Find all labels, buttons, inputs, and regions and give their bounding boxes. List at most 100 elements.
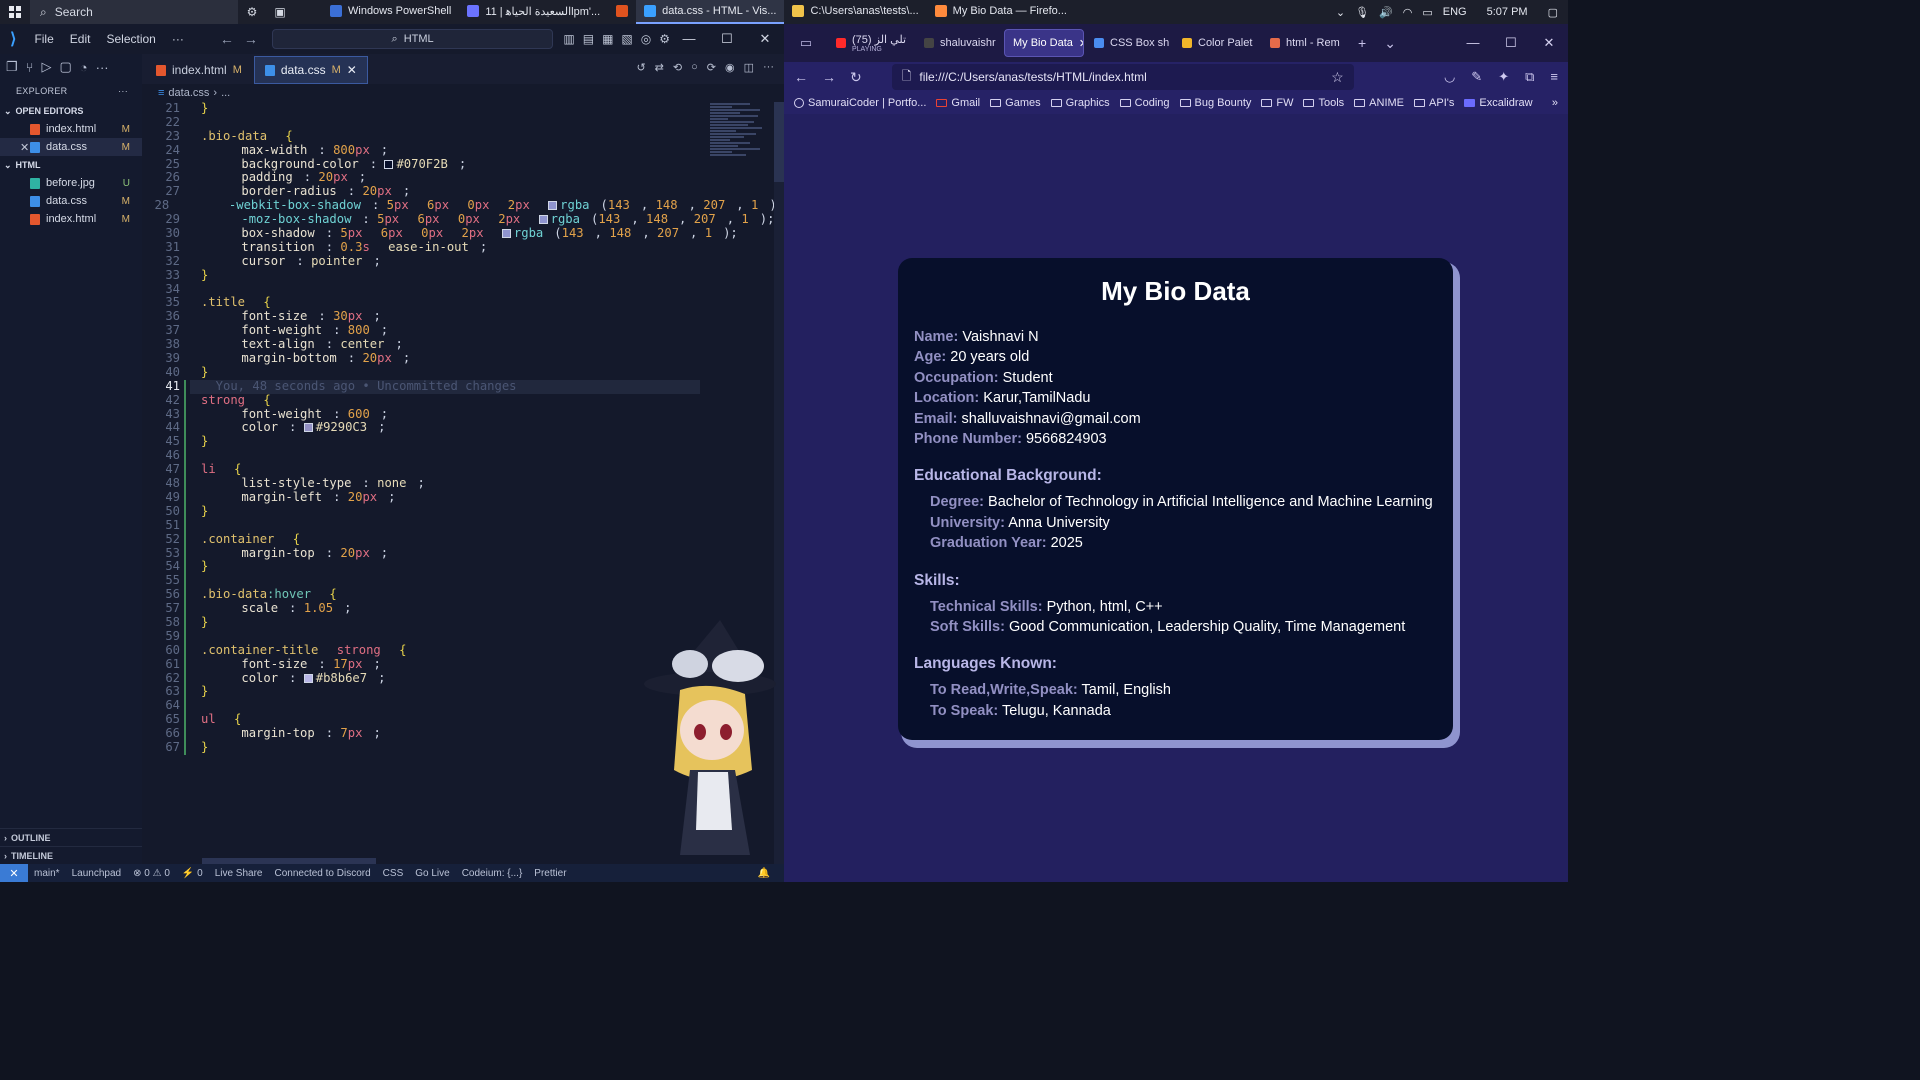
menu-edit[interactable]: Edit	[62, 32, 99, 46]
bookmark-star-icon[interactable]: ☆	[1331, 69, 1344, 86]
open-editors-section[interactable]: ⌄ OPEN EDITORS	[0, 102, 142, 120]
breadcrumb-symbol[interactable]: ...	[221, 87, 230, 99]
settings-icon[interactable]: ⚙	[238, 0, 266, 24]
close-icon[interactable]: ✕	[1079, 37, 1083, 50]
app-icon[interactable]	[294, 0, 322, 24]
go-live-icon[interactable]: ◉	[725, 61, 735, 74]
taskbar-app[interactable]: My Bio Data — Firefo...	[927, 0, 1075, 24]
prettier-status[interactable]: Prettier	[528, 868, 572, 879]
browser-tab[interactable]: (75) تلي الز PLAYING	[828, 29, 914, 57]
back-arrow-icon[interactable]: ←	[220, 31, 234, 47]
tab-index-html[interactable]: index.html M	[146, 56, 252, 84]
bell-icon[interactable]: 🔔	[758, 868, 784, 879]
breadcrumb-file[interactable]: data.css	[168, 87, 209, 99]
taskbar-app[interactable]: C:\Users\anas\tests\...	[784, 0, 926, 24]
next-change-icon[interactable]: ⟳	[707, 61, 716, 74]
codeium-status[interactable]: Codeium: {...}	[456, 868, 529, 879]
bookmark-item[interactable]: SamuraiCoder | Portfo...	[794, 97, 926, 109]
file-item[interactable]: index.html M	[0, 120, 142, 138]
app-icon[interactable]: ▣	[266, 0, 294, 24]
ports-count[interactable]: ⚡ 0	[176, 868, 209, 879]
taskbar-app[interactable]	[608, 0, 636, 24]
file-item[interactable]: before.jpg U	[0, 174, 142, 192]
bookmark-item[interactable]: Games	[990, 97, 1041, 109]
language-mode[interactable]: CSS	[377, 868, 410, 879]
more-actions-icon[interactable]: ···	[118, 86, 128, 96]
forward-arrow-icon[interactable]: →	[822, 69, 836, 85]
wrench-icon[interactable]: ✎	[1471, 69, 1482, 85]
minimize-button[interactable]: —	[1454, 35, 1492, 51]
file-item[interactable]: ✕ data.css M	[0, 138, 142, 156]
language-indicator[interactable]: ENG	[1443, 6, 1467, 18]
discord-status[interactable]: Connected to Discord	[269, 868, 377, 879]
timeline-icon[interactable]: ◔	[80, 60, 88, 75]
color-swatch[interactable]	[384, 159, 394, 169]
circle-icon[interactable]: ○	[691, 61, 698, 74]
launchpad[interactable]: Launchpad	[66, 868, 128, 879]
command-center[interactable]: ⌕ HTML	[271, 29, 554, 49]
menu-file[interactable]: File	[26, 32, 61, 46]
close-button[interactable]: ✕	[746, 31, 784, 47]
color-swatch[interactable]	[303, 423, 313, 433]
chevron-up-icon[interactable]: ⌄	[1336, 6, 1345, 19]
color-swatch[interactable]	[501, 229, 511, 239]
new-tab-icon[interactable]: +	[1358, 35, 1366, 52]
source-control-icon[interactable]: ⑂	[26, 60, 34, 75]
files-icon[interactable]: ❐	[6, 59, 18, 75]
clock[interactable]: 5:07 PM	[1487, 6, 1528, 18]
pocket-icon[interactable]: ◡	[1444, 69, 1455, 85]
problems-count[interactable]: ⊗ 0 ⚠ 0	[127, 868, 176, 879]
outline-section[interactable]: › OUTLINE	[0, 828, 142, 846]
color-swatch[interactable]	[548, 201, 558, 211]
notification-icon[interactable]: ▢	[1548, 6, 1558, 19]
color-swatch[interactable]	[538, 215, 548, 225]
taskbar-search[interactable]: ⌕ Search	[30, 0, 238, 24]
microphone-icon[interactable]: 🎙	[1355, 6, 1369, 19]
toggle-secondary-sidebar-icon[interactable]: ▦	[602, 32, 613, 46]
browser-tab[interactable]: shaluvaishr	[916, 29, 1002, 57]
taskbar-app[interactable]: 11 | السعيدة الحياه‍lpm'...	[459, 0, 608, 24]
gear-icon[interactable]: ⚙	[659, 32, 670, 46]
start-button[interactable]	[0, 0, 30, 24]
list-tabs-icon[interactable]: ⌄	[1384, 35, 1396, 52]
toggle-sidebar-icon[interactable]: ▥	[563, 32, 574, 46]
more-bookmarks-icon[interactable]: »	[1552, 97, 1558, 109]
file-item[interactable]: data.css M	[0, 192, 142, 210]
browser-tab[interactable]: CSS Box sh	[1086, 29, 1172, 57]
bookmark-item[interactable]: Gmail	[936, 97, 980, 109]
hamburger-menu-icon[interactable]: ≡	[1550, 69, 1558, 85]
bookmark-item[interactable]: API's	[1414, 97, 1454, 109]
close-icon[interactable]: ✕	[20, 141, 29, 154]
forward-arrow-icon[interactable]: →	[244, 31, 258, 47]
back-arrow-icon[interactable]: ←	[794, 69, 808, 85]
maximize-button[interactable]: ☐	[708, 31, 746, 47]
bookmark-item[interactable]: Excalidraw	[1464, 97, 1533, 109]
taskbar-app[interactable]: Windows PowerShell	[322, 0, 459, 24]
run-debug-icon[interactable]: ▷	[41, 59, 51, 75]
go-live[interactable]: Go Live	[409, 868, 455, 879]
close-icon[interactable]: ✕	[347, 63, 357, 77]
live-share[interactable]: Live Share	[209, 868, 269, 879]
browser-tab[interactable]: html - Rem	[1262, 29, 1348, 57]
close-button[interactable]: ✕	[1530, 35, 1568, 51]
more-icon[interactable]: ···	[96, 60, 109, 75]
extension-icon[interactable]: ✦	[1498, 69, 1509, 85]
bookmark-item[interactable]: ANIME	[1354, 97, 1404, 109]
timeline-section[interactable]: › TIMELINE	[0, 846, 142, 864]
wifi-icon[interactable]: ◠	[1403, 6, 1413, 19]
more-actions-icon[interactable]: ···	[763, 61, 774, 74]
toggle-panel-icon[interactable]: ▤	[583, 32, 594, 46]
previous-change-icon[interactable]: ⟲	[673, 61, 682, 74]
browser-tab[interactable]: Color Palet	[1174, 29, 1260, 57]
code-editor[interactable]: 21} 22 23 .bio-data {24 max-width: 800px; 25…	[142, 102, 784, 864]
git-branch[interactable]: main*	[28, 868, 66, 879]
reload-icon[interactable]: ↻	[850, 69, 862, 86]
bio-data-card[interactable]: My Bio Data Name: Vaishnavi N Age: 20 yea…	[898, 258, 1453, 740]
puzzle-icon[interactable]: ⧉	[1525, 69, 1534, 85]
bookmark-item[interactable]: Coding	[1119, 97, 1170, 109]
bookmark-item[interactable]: Bug Bounty	[1179, 97, 1251, 109]
split-editor-icon[interactable]: ◫	[744, 61, 754, 74]
remote-explorer-icon[interactable]: ▢	[59, 59, 71, 75]
taskbar-app[interactable]: data.css - HTML - Vis...	[636, 0, 785, 24]
color-swatch[interactable]	[303, 673, 313, 683]
